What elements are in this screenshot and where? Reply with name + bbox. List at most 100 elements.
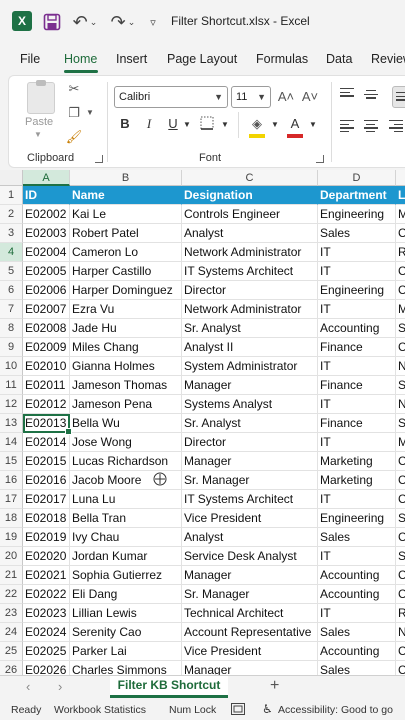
cut-icon[interactable]: ✂ [65,80,83,98]
tab-page-layout[interactable]: Page Layout [167,52,237,66]
table-cell[interactable]: Bella Tran [70,509,182,528]
table-cell[interactable]: Lucas Richardson [70,452,182,471]
row-header[interactable]: 10 [0,357,23,376]
table-cell[interactable]: E02020 [23,547,70,566]
table-cell[interactable]: C [396,452,405,471]
table-cell[interactable]: N [396,395,405,414]
table-cell[interactable]: IT [318,357,396,376]
row-header[interactable]: 3 [0,224,23,243]
prev-sheet-icon[interactable]: ‹ [26,679,30,694]
row-header[interactable]: 14 [0,433,23,452]
table-cell[interactable]: Marketing [318,452,396,471]
header-cell[interactable]: Department [318,186,396,205]
fill-color-icon[interactable]: ◈ [249,116,265,132]
column-header-a[interactable]: A [23,170,70,186]
table-cell[interactable]: E02018 [23,509,70,528]
table-cell[interactable]: Ivy Chau [70,528,182,547]
macro-recording-icon[interactable] [231,703,245,718]
sheet-tab-filter-kb-shortcut[interactable]: Filter KB Shortcut [110,676,228,698]
redo-icon[interactable]: ↷ ⌄ [108,11,138,33]
row-header[interactable]: 19 [0,528,23,547]
row-header[interactable]: 4 [0,243,23,262]
table-cell[interactable]: C [396,471,405,490]
table-cell[interactable]: M [396,300,405,319]
header-cell[interactable]: ID [23,186,70,205]
table-cell[interactable]: Analyst [182,224,318,243]
table-cell[interactable]: Accounting [318,319,396,338]
table-cell[interactable]: Jameson Pena [70,395,182,414]
table-cell[interactable]: Lillian Lewis [70,604,182,623]
copy-dropdown-icon[interactable]: ▼ [81,104,99,122]
row-header[interactable]: 24 [0,623,23,642]
table-cell[interactable]: Marketing [318,471,396,490]
select-all-corner[interactable] [0,170,23,186]
table-cell[interactable]: E02011 [23,376,70,395]
table-cell[interactable]: C [396,338,405,357]
table-cell[interactable]: E02016 [23,471,70,490]
italic-button[interactable]: I [141,116,157,132]
table-cell[interactable]: IT Systems Architect [182,490,318,509]
table-cell[interactable]: Engineering [318,281,396,300]
table-cell[interactable]: IT [318,490,396,509]
table-cell[interactable]: Manager [182,452,318,471]
column-header-b[interactable]: B [70,170,182,186]
table-cell[interactable]: C [396,528,405,547]
accessibility-status[interactable]: Accessibility: Good to go [278,704,393,716]
row-header[interactable]: 21 [0,566,23,585]
table-cell[interactable]: Analyst [182,528,318,547]
bold-button[interactable]: B [117,116,133,131]
row-header[interactable]: 5 [0,262,23,281]
next-sheet-icon[interactable]: › [58,679,62,694]
table-cell[interactable]: Jordan Kumar [70,547,182,566]
table-cell[interactable]: Gianna Holmes [70,357,182,376]
paste-button[interactable]: Paste [25,116,53,128]
accessibility-icon[interactable]: ♿ [262,702,273,716]
table-cell[interactable]: Sales [318,528,396,547]
row-header[interactable]: 7 [0,300,23,319]
row-header[interactable]: 13 [0,414,23,433]
table-cell[interactable]: Finance [318,338,396,357]
table-cell[interactable]: Engineering [318,205,396,224]
table-cell[interactable]: E02019 [23,528,70,547]
table-cell[interactable]: C [396,281,405,300]
table-cell[interactable]: Sophia Gutierrez [70,566,182,585]
table-cell[interactable]: Sr. Manager [182,471,318,490]
column-header-c[interactable]: C [182,170,318,186]
fill-color-dropdown-icon[interactable]: ▼ [267,120,283,129]
table-cell[interactable]: Kai Le [70,205,182,224]
table-cell[interactable]: Accounting [318,566,396,585]
table-cell[interactable]: Sales [318,661,396,675]
table-cell[interactable]: Sr. Manager [182,585,318,604]
format-painter-icon[interactable]: 🖌 [65,128,83,146]
table-cell[interactable]: C [396,661,405,675]
table-cell[interactable]: M [396,433,405,452]
undo-icon[interactable]: ↶ ⌄ [70,11,100,33]
column-header-d[interactable]: D [318,170,396,186]
table-cell[interactable]: Manager [182,376,318,395]
table-cell[interactable]: E02023 [23,604,70,623]
table-cell[interactable]: Sales [318,623,396,642]
table-cell[interactable]: S [396,319,405,338]
row-header[interactable]: 6 [0,281,23,300]
align-right-icon[interactable] [389,120,403,133]
table-cell[interactable]: Harper Castillo [70,262,182,281]
row-header[interactable]: 8 [0,319,23,338]
table-cell[interactable]: C [396,490,405,509]
tab-formulas[interactable]: Formulas [256,52,308,66]
table-cell[interactable]: IT [318,604,396,623]
table-cell[interactable]: E02024 [23,623,70,642]
table-cell[interactable]: Service Desk Analyst [182,547,318,566]
table-cell[interactable]: E02014 [23,433,70,452]
table-cell[interactable]: Charles Simmons [70,661,182,675]
table-cell[interactable]: R [396,243,405,262]
table-cell[interactable]: E02010 [23,357,70,376]
underline-dropdown-icon[interactable]: ▼ [179,120,195,129]
table-cell[interactable]: Eli Dang [70,585,182,604]
column-header-e[interactable]: E [396,170,405,186]
table-cell[interactable]: E02005 [23,262,70,281]
header-cell[interactable]: Name [70,186,182,205]
table-cell[interactable]: E02017 [23,490,70,509]
font-color-dropdown-icon[interactable]: ▼ [305,120,321,129]
font-launcher-icon[interactable] [316,155,324,163]
table-cell[interactable]: Jameson Thomas [70,376,182,395]
